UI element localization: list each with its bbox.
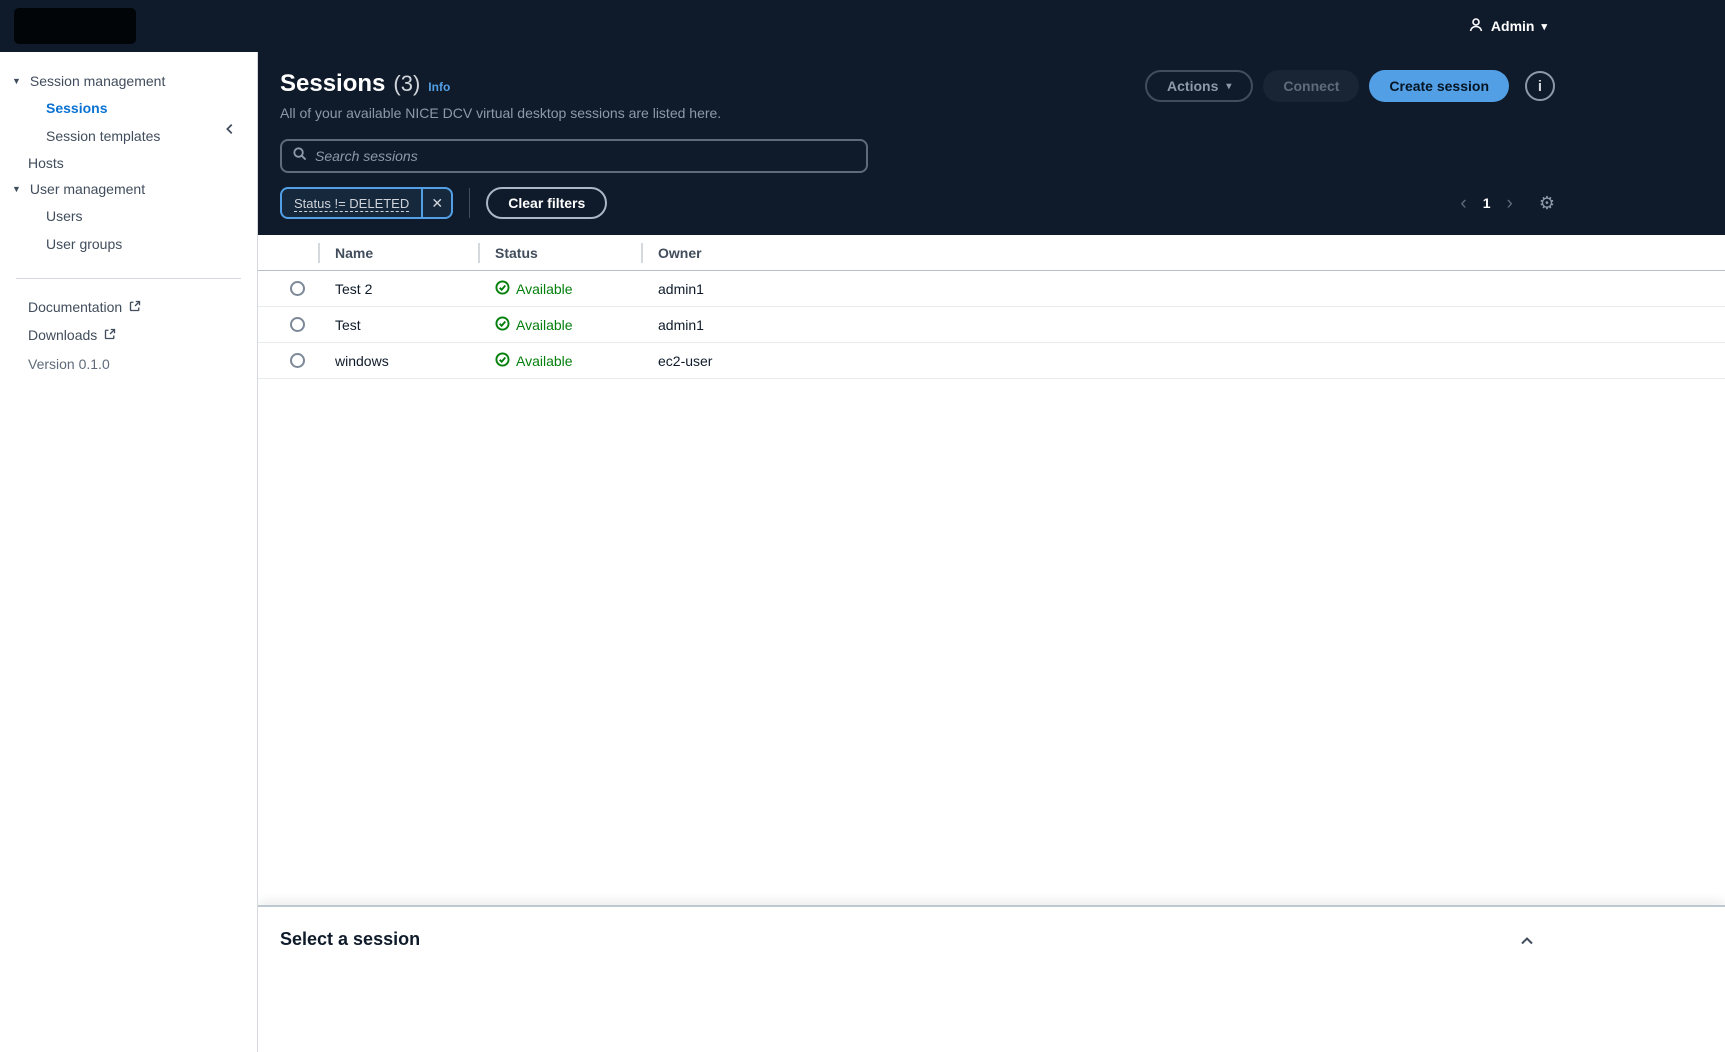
previous-page-button[interactable]: ‹: [1454, 194, 1472, 213]
create-session-button[interactable]: Create session: [1369, 70, 1509, 102]
split-panel: Select a session: [258, 905, 1725, 1052]
version-label: Version 0.1.0: [0, 349, 257, 372]
sidebar-group-label: Hosts: [28, 155, 64, 171]
info-link[interactable]: Info: [428, 80, 450, 94]
sidebar-item-users[interactable]: Users: [0, 202, 257, 230]
filter-chip: Status != DELETED ✕: [280, 187, 453, 219]
split-panel-title: Select a session: [280, 929, 420, 950]
search-icon: [292, 146, 307, 166]
sidebar-group-label: User management: [30, 181, 145, 197]
user-menu[interactable]: Admin ▾: [1468, 17, 1547, 36]
status-available-icon: [495, 352, 510, 370]
filter-separator: [469, 188, 470, 218]
status-available-icon: [495, 316, 510, 334]
actions-button[interactable]: Actions ▾: [1145, 70, 1253, 102]
sidebar: ▼ Session management Sessions Session te…: [0, 52, 258, 1052]
sidebar-group-session-management[interactable]: ▼ Session management: [0, 68, 257, 94]
row-radio-button[interactable]: [290, 353, 305, 368]
clear-filters-button[interactable]: Clear filters: [486, 187, 607, 219]
column-header-status: Status: [478, 235, 641, 270]
logo[interactable]: [14, 8, 136, 44]
pagination: ‹ 1 › ⚙: [1454, 194, 1555, 213]
column-header-owner: Owner: [641, 235, 1725, 270]
sidebar-group-user-management[interactable]: ▼ User management: [0, 176, 257, 202]
sidebar-item-hosts[interactable]: Hosts: [0, 150, 257, 176]
page-header: Sessions (3) Info All of your available …: [258, 52, 1725, 235]
external-link-icon: [104, 327, 116, 343]
settings-gear-icon[interactable]: ⚙: [1539, 194, 1555, 212]
status-badge: Available: [516, 317, 573, 333]
connect-button[interactable]: Connect: [1263, 70, 1359, 102]
row-radio-button[interactable]: [290, 317, 305, 332]
session-owner: admin1: [641, 281, 1725, 297]
main-content: Sessions (3) Info All of your available …: [258, 52, 1725, 1052]
table-row[interactable]: Test 2 Available admin1: [258, 271, 1725, 307]
status-badge: Available: [516, 353, 573, 369]
session-name: windows: [318, 353, 478, 369]
search-input[interactable]: [315, 148, 856, 164]
caret-down-icon: ▾: [1541, 20, 1547, 33]
external-link-icon: [129, 299, 141, 315]
sidebar-item-sessions[interactable]: Sessions: [0, 94, 257, 122]
status-badge: Available: [516, 281, 573, 297]
session-owner: admin1: [641, 317, 1725, 333]
row-radio-button[interactable]: [290, 281, 305, 296]
session-name: Test 2: [318, 281, 478, 297]
sidebar-divider: [16, 278, 241, 279]
info-button[interactable]: i: [1525, 71, 1555, 101]
page-subtitle: All of your available NICE DCV virtual d…: [280, 105, 721, 121]
sidebar-link-documentation[interactable]: Documentation: [0, 293, 257, 321]
page-title: Sessions: [280, 70, 385, 98]
user-name: Admin: [1491, 18, 1535, 34]
page-count: (3): [393, 71, 420, 97]
table-row[interactable]: Test Available admin1: [258, 307, 1725, 343]
chevron-up-icon[interactable]: [1515, 929, 1539, 953]
sessions-table: Name Status Owner Test 2 Available admin…: [258, 235, 1725, 379]
status-available-icon: [495, 280, 510, 298]
column-header-name: Name: [318, 235, 478, 270]
sidebar-item-user-groups[interactable]: User groups: [0, 230, 257, 258]
table-header: Name Status Owner: [258, 235, 1725, 271]
next-page-button[interactable]: ›: [1501, 194, 1519, 213]
caret-down-icon: ▾: [1226, 81, 1231, 92]
session-owner: ec2-user: [641, 353, 1725, 369]
sidebar-group-label: Session management: [30, 73, 165, 89]
search-box: [280, 139, 868, 173]
expander-icon: ▼: [12, 76, 21, 86]
remove-filter-button[interactable]: ✕: [421, 189, 451, 217]
table-row[interactable]: windows Available ec2-user: [258, 343, 1725, 379]
filter-chip-label: Status != DELETED: [282, 189, 421, 217]
session-name: Test: [318, 317, 478, 333]
page-number[interactable]: 1: [1477, 195, 1497, 211]
sidebar-link-downloads[interactable]: Downloads: [0, 321, 257, 349]
sidebar-collapse-button[interactable]: [223, 122, 237, 136]
expander-icon: ▼: [12, 184, 21, 194]
user-icon: [1468, 17, 1484, 36]
top-navigation: Admin ▾: [0, 0, 1725, 52]
sidebar-item-session-templates[interactable]: Session templates: [0, 122, 257, 150]
